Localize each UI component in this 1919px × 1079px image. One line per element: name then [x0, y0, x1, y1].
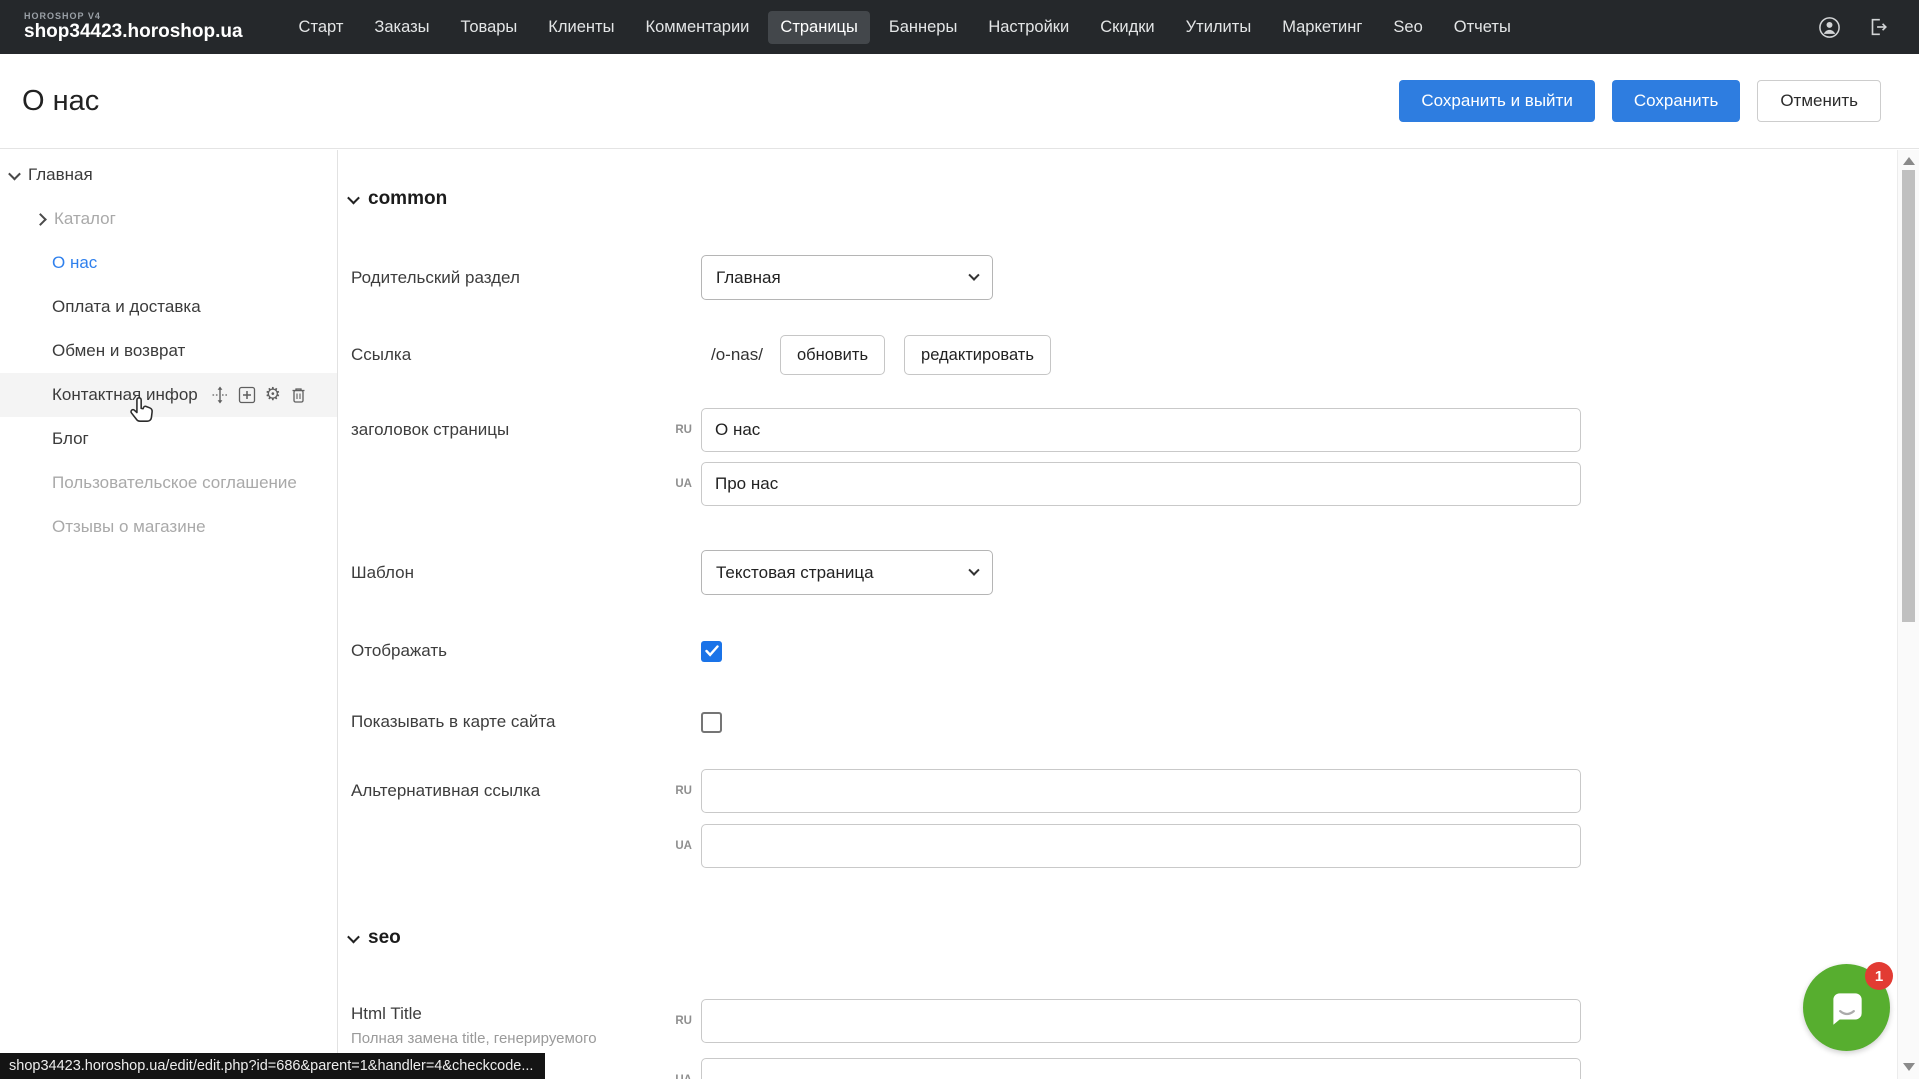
- sidebar-item-o-nas[interactable]: О нас: [0, 241, 337, 285]
- link-path-value: /o-nas/: [701, 345, 763, 365]
- pages-tree-sidebar: Главная Каталог О нас Оплата и доставка …: [0, 150, 338, 1079]
- section-title: common: [368, 188, 447, 210]
- sitemap-checkbox[interactable]: [701, 712, 722, 733]
- lang-badge-ua: UA: [653, 840, 701, 852]
- menu-item-utilities[interactable]: Утилиты: [1174, 11, 1264, 44]
- chevron-down-icon: [347, 191, 360, 204]
- menu-item-marketing[interactable]: Маркетинг: [1270, 11, 1374, 44]
- menu-item-pages[interactable]: Страницы: [768, 11, 869, 44]
- menu-item-orders[interactable]: Заказы: [362, 11, 441, 44]
- status-bar-url: shop34423.horoshop.ua/edit/edit.php?id=6…: [0, 1053, 545, 1079]
- section-title: seo: [368, 927, 401, 949]
- section-seo-toggle[interactable]: seo: [339, 925, 1897, 951]
- html-title-hint: Полная замена title, генерируемого: [351, 1030, 653, 1047]
- sidebar-item-obmen[interactable]: Обмен и возврат: [0, 329, 337, 373]
- menu-item-reports[interactable]: Отчеты: [1442, 11, 1523, 44]
- chat-unread-badge: 1: [1865, 962, 1893, 990]
- delete-icon[interactable]: [290, 386, 307, 404]
- template-value: Текстовая страница: [716, 563, 874, 583]
- chat-widget-button[interactable]: 1: [1803, 964, 1890, 1051]
- save-button[interactable]: Сохранить: [1612, 80, 1740, 122]
- chevron-down-icon: [968, 564, 979, 575]
- page-header: О нас Сохранить и выйти Сохранить Отмени…: [0, 54, 1919, 149]
- lang-badge-ua: UA: [653, 478, 701, 490]
- scroll-up-icon[interactable]: [1903, 157, 1915, 165]
- menu-item-products[interactable]: Товары: [449, 11, 530, 44]
- sidebar-item-label: Каталог: [54, 209, 116, 229]
- chat-icon: [1825, 986, 1869, 1030]
- lang-badge-ru: RU: [653, 785, 701, 797]
- sidebar-item-label: Пользовательское соглашение: [52, 473, 297, 493]
- chevron-down-icon: [347, 930, 360, 943]
- sitemap-label: Показывать в карте сайта: [351, 712, 653, 732]
- chevron-down-icon[interactable]: [8, 167, 21, 180]
- main-menu: Старт Заказы Товары Клиенты Комментарии …: [287, 11, 1523, 44]
- link-label: Ссылка: [351, 345, 653, 365]
- template-select[interactable]: Текстовая страница: [701, 550, 993, 595]
- page-title-ua-input[interactable]: [701, 462, 1581, 506]
- brand-logo[interactable]: HOROSHOP V4 shop34423.horoshop.ua: [24, 12, 243, 42]
- menu-item-seo[interactable]: Seo: [1381, 11, 1434, 44]
- check-icon: [705, 645, 719, 657]
- top-navigation-bar: HOROSHOP V4 shop34423.horoshop.ua Старт …: [0, 0, 1919, 54]
- menu-item-clients[interactable]: Клиенты: [536, 11, 626, 44]
- save-and-exit-button[interactable]: Сохранить и выйти: [1399, 80, 1594, 122]
- menu-item-discounts[interactable]: Скидки: [1088, 11, 1166, 44]
- parent-section-value: Главная: [716, 268, 781, 288]
- page-edit-form: common Родительский раздел Главная Ссылк…: [339, 150, 1897, 1079]
- sidebar-item-blog[interactable]: Блог: [0, 417, 337, 461]
- html-title-ua-input[interactable]: [701, 1058, 1581, 1079]
- alt-link-label: Альтернативная ссылка: [351, 781, 653, 801]
- brand-domain: shop34423.horoshop.ua: [24, 22, 243, 42]
- parent-section-select[interactable]: Главная: [701, 255, 993, 300]
- sidebar-item-label: Обмен и возврат: [52, 341, 185, 361]
- sidebar-item-soglashenie[interactable]: Пользовательское соглашение: [0, 461, 337, 505]
- menu-item-start[interactable]: Старт: [287, 11, 356, 44]
- menu-item-settings[interactable]: Настройки: [976, 11, 1081, 44]
- chevron-right-icon[interactable]: [34, 213, 47, 226]
- move-icon[interactable]: [211, 386, 229, 404]
- alt-link-ua-input[interactable]: [701, 824, 1581, 868]
- display-label: Отображать: [351, 641, 653, 661]
- sidebar-item-glavnaya[interactable]: Главная: [0, 153, 337, 197]
- template-label: Шаблон: [351, 563, 653, 583]
- page-title-label: заголовок страницы: [351, 420, 653, 440]
- sidebar-item-label: Главная: [28, 165, 93, 185]
- lang-badge-ru: RU: [653, 1015, 701, 1027]
- sidebar-item-otzyvy[interactable]: Отзывы о магазине: [0, 505, 337, 549]
- lang-badge-ru: RU: [653, 424, 701, 436]
- sidebar-item-label: Блог: [52, 429, 89, 449]
- lang-badge-ua: UA: [653, 1074, 701, 1079]
- logout-icon[interactable]: [1867, 16, 1889, 38]
- section-common-toggle[interactable]: common: [339, 186, 1897, 212]
- brand-version: HOROSHOP V4: [24, 12, 243, 21]
- vertical-scrollbar[interactable]: [1897, 150, 1919, 1079]
- sidebar-item-label: О нас: [52, 253, 97, 273]
- html-title-ru-input[interactable]: [701, 999, 1581, 1043]
- sidebar-item-label: Оплата и доставка: [52, 297, 201, 317]
- sidebar-item-label: Отзывы о магазине: [52, 517, 206, 537]
- page-title: О нас: [22, 85, 99, 118]
- settings-icon[interactable]: ⚙: [265, 386, 281, 404]
- parent-section-label: Родительский раздел: [351, 268, 653, 288]
- account-icon[interactable]: [1818, 16, 1841, 39]
- menu-item-comments[interactable]: Комментарии: [633, 11, 761, 44]
- sidebar-item-kontaktnaya[interactable]: Контактная инфор ⚙: [0, 373, 337, 417]
- sidebar-item-oplata[interactable]: Оплата и доставка: [0, 285, 337, 329]
- page-title-ru-input[interactable]: [701, 408, 1581, 452]
- chevron-down-icon: [968, 269, 979, 280]
- menu-item-banners[interactable]: Баннеры: [877, 11, 969, 44]
- scrollbar-thumb[interactable]: [1902, 170, 1915, 622]
- link-edit-button[interactable]: редактировать: [904, 335, 1051, 375]
- scroll-down-icon[interactable]: [1903, 1063, 1915, 1071]
- html-title-label: Html Title: [351, 1004, 422, 1023]
- cancel-button[interactable]: Отменить: [1757, 80, 1881, 122]
- display-checkbox[interactable]: [701, 641, 722, 662]
- alt-link-ru-input[interactable]: [701, 769, 1581, 813]
- sidebar-item-katalog[interactable]: Каталог: [0, 197, 337, 241]
- sidebar-item-label: Контактная инфор: [52, 385, 198, 405]
- add-icon[interactable]: [238, 386, 256, 404]
- link-refresh-button[interactable]: обновить: [780, 335, 885, 375]
